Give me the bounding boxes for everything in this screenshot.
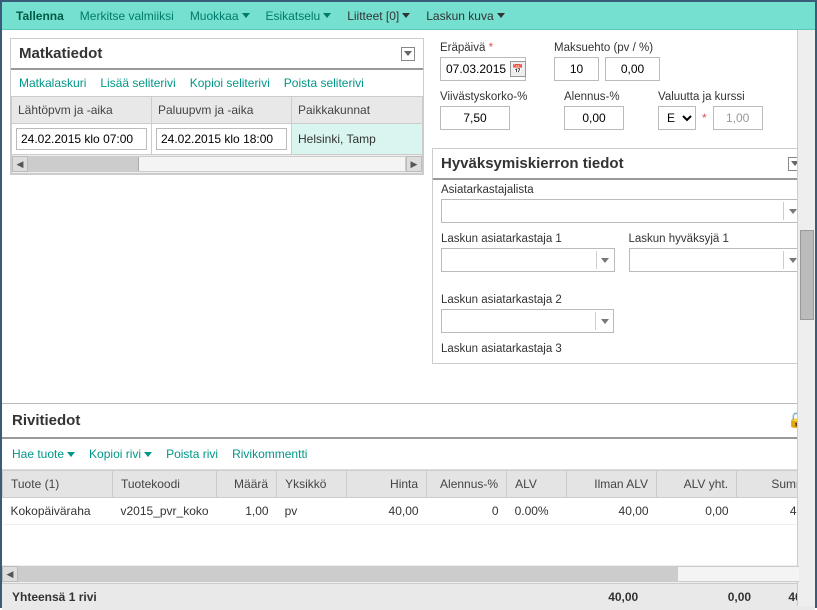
vertical-scrollbar[interactable] — [797, 30, 815, 606]
scroll-thumb[interactable] — [800, 230, 814, 320]
col-discount[interactable]: Alennus-% — [427, 471, 507, 498]
travel-info-panel: Matkatiedot Matkalaskuri Lisää seliteriv… — [10, 38, 424, 175]
table-row: Helsinki, Tamp — [12, 124, 423, 155]
rate-input[interactable] — [713, 106, 763, 130]
scroll-thumb[interactable] — [18, 567, 678, 581]
cell-price: 40,00 — [347, 498, 427, 525]
col-qty[interactable]: Määrä — [217, 471, 277, 498]
col-vat[interactable]: ALV — [507, 471, 567, 498]
cell-product: Kokopäiväraha — [3, 498, 113, 525]
panel-title: Matkatiedot — [19, 45, 102, 62]
cell-unit: pv — [277, 498, 347, 525]
right-pane: Eräpäivä * 📅 Maksuehto (pv / %) Viivästy… — [432, 30, 815, 403]
invoice-fields: Eräpäivä * 📅 Maksuehto (pv / %) Viivästy… — [432, 38, 811, 138]
col-departure[interactable]: Lähtöpvm ja -aika — [12, 97, 152, 124]
chevron-down-icon — [242, 13, 250, 18]
discount-label: Alennus-% — [564, 91, 644, 103]
totals-novat: 40,00 — [442, 590, 638, 604]
discount-input[interactable] — [564, 106, 624, 130]
invoice-image-menu[interactable]: Laskun kuva — [420, 5, 510, 27]
chevron-down-icon — [497, 13, 505, 18]
cell-vat: 0.00% — [507, 498, 567, 525]
row-actions: Hae tuote Kopioi rivi Poista rivi Riviko… — [2, 439, 815, 470]
departure-input[interactable] — [16, 128, 147, 150]
late-interest-label: Viivästyskorko-% — [440, 91, 550, 103]
cell-novat: 40,00 — [567, 498, 657, 525]
chevron-down-icon — [402, 13, 410, 18]
reviewer-list-label: Asiatarkastajalista — [441, 184, 802, 196]
payment-term-label: Maksuehto (pv / %) — [554, 42, 684, 54]
delete-desc-row-action[interactable]: Poista seliterivi — [284, 76, 364, 90]
travel-table: Lähtöpvm ja -aika Paluupvm ja -aika Paik… — [11, 96, 423, 174]
scroll-thumb[interactable] — [29, 157, 139, 171]
add-desc-row-action[interactable]: Lisää seliterivi — [100, 76, 175, 90]
travel-actions: Matkalaskuri Lisää seliterivi Kopioi sel… — [11, 70, 423, 96]
collapse-icon[interactable] — [401, 47, 415, 61]
col-novat[interactable]: Ilman ALV — [567, 471, 657, 498]
totals-vattotal: 0,00 — [638, 590, 751, 604]
reviewer3-label: Laskun asiatarkastaja 3 — [441, 343, 614, 355]
cell-vattotal: 0,00 — [657, 498, 737, 525]
approver1-combo[interactable] — [629, 248, 803, 272]
mark-ready-button[interactable]: Merkitse valmiiksi — [74, 5, 180, 27]
edit-menu[interactable]: Muokkaa — [184, 5, 256, 27]
panel-title: Hyväksymiskierron tiedot — [441, 155, 624, 172]
col-code[interactable]: Tuotekoodi — [113, 471, 217, 498]
row-details-panel: Rivitiedot 🔓 Hae tuote Kopioi rivi Poist… — [2, 403, 815, 610]
totals-label: Yhteensä 1 rivi — [12, 590, 442, 604]
delete-row-action[interactable]: Poista rivi — [166, 447, 218, 461]
scroll-left-icon[interactable]: ◀ — [2, 566, 18, 582]
panel-title: Rivitiedot — [12, 412, 80, 429]
chevron-down-icon — [323, 13, 331, 18]
approver1-label: Laskun hyväksyjä 1 — [629, 233, 803, 245]
horizontal-scrollbar[interactable]: ◀ ▶ — [12, 155, 422, 173]
cell-code: v2015_pvr_koko — [113, 498, 217, 525]
due-date-label: Eräpäivä * — [440, 42, 540, 54]
totals-row: Yhteensä 1 rivi 40,00 0,00 40, — [2, 583, 815, 610]
table-row[interactable]: Kokopäiväraha v2015_pvr_koko 1,00 pv 40,… — [3, 498, 815, 525]
currency-label: Valuutta ja kurssi — [658, 91, 778, 103]
return-input[interactable] — [156, 128, 287, 150]
cell-qty: 1,00 — [217, 498, 277, 525]
reviewer1-combo[interactable] — [441, 248, 615, 272]
required-mark: * — [702, 111, 707, 125]
col-return[interactable]: Paluupvm ja -aika — [152, 97, 292, 124]
cell-discount: 0 — [427, 498, 507, 525]
preview-menu[interactable]: Esikatselu — [260, 5, 338, 27]
save-button[interactable]: Tallenna — [10, 5, 70, 27]
copy-row-action[interactable]: Kopioi rivi — [89, 447, 152, 461]
horizontal-scrollbar[interactable]: ◀ ▶ — [2, 565, 815, 583]
reviewer2-combo[interactable] — [441, 309, 614, 333]
approval-panel: Hyväksymiskierron tiedot Asiatarkastajal… — [432, 148, 811, 364]
col-places[interactable]: Paikkakunnat — [292, 97, 423, 124]
left-pane: Matkatiedot Matkalaskuri Lisää seliteriv… — [2, 30, 432, 403]
copy-desc-row-action[interactable]: Kopioi seliterivi — [190, 76, 270, 90]
col-product[interactable]: Tuote (1) — [3, 471, 113, 498]
payment-term-days-input[interactable] — [554, 57, 599, 81]
places-cell[interactable]: Helsinki, Tamp — [292, 124, 423, 155]
reviewer2-label: Laskun asiatarkastaja 2 — [441, 294, 614, 306]
rows-table: Tuote (1) Tuotekoodi Määrä Yksikkö Hinta… — [2, 470, 815, 525]
payment-term-pct-input[interactable] — [605, 57, 660, 81]
get-product-action[interactable]: Hae tuote — [12, 447, 75, 461]
scroll-right-icon[interactable]: ▶ — [406, 156, 422, 172]
main-toolbar: Tallenna Merkitse valmiiksi Muokkaa Esik… — [2, 2, 815, 30]
row-comment-action[interactable]: Rivikommentti — [232, 447, 307, 461]
reviewer-list-combo[interactable] — [441, 199, 802, 223]
calendar-icon[interactable]: 📅 — [510, 61, 526, 77]
scroll-left-icon[interactable]: ◀ — [12, 156, 28, 172]
col-unit[interactable]: Yksikkö — [277, 471, 347, 498]
currency-select[interactable]: E — [658, 106, 696, 130]
travel-calculator-action[interactable]: Matkalaskuri — [19, 76, 86, 90]
col-price[interactable]: Hinta — [347, 471, 427, 498]
col-vattotal[interactable]: ALV yht. — [657, 471, 737, 498]
late-interest-input[interactable] — [440, 106, 510, 130]
attachments-menu[interactable]: Liitteet [0] — [341, 5, 416, 27]
reviewer1-label: Laskun asiatarkastaja 1 — [441, 233, 615, 245]
